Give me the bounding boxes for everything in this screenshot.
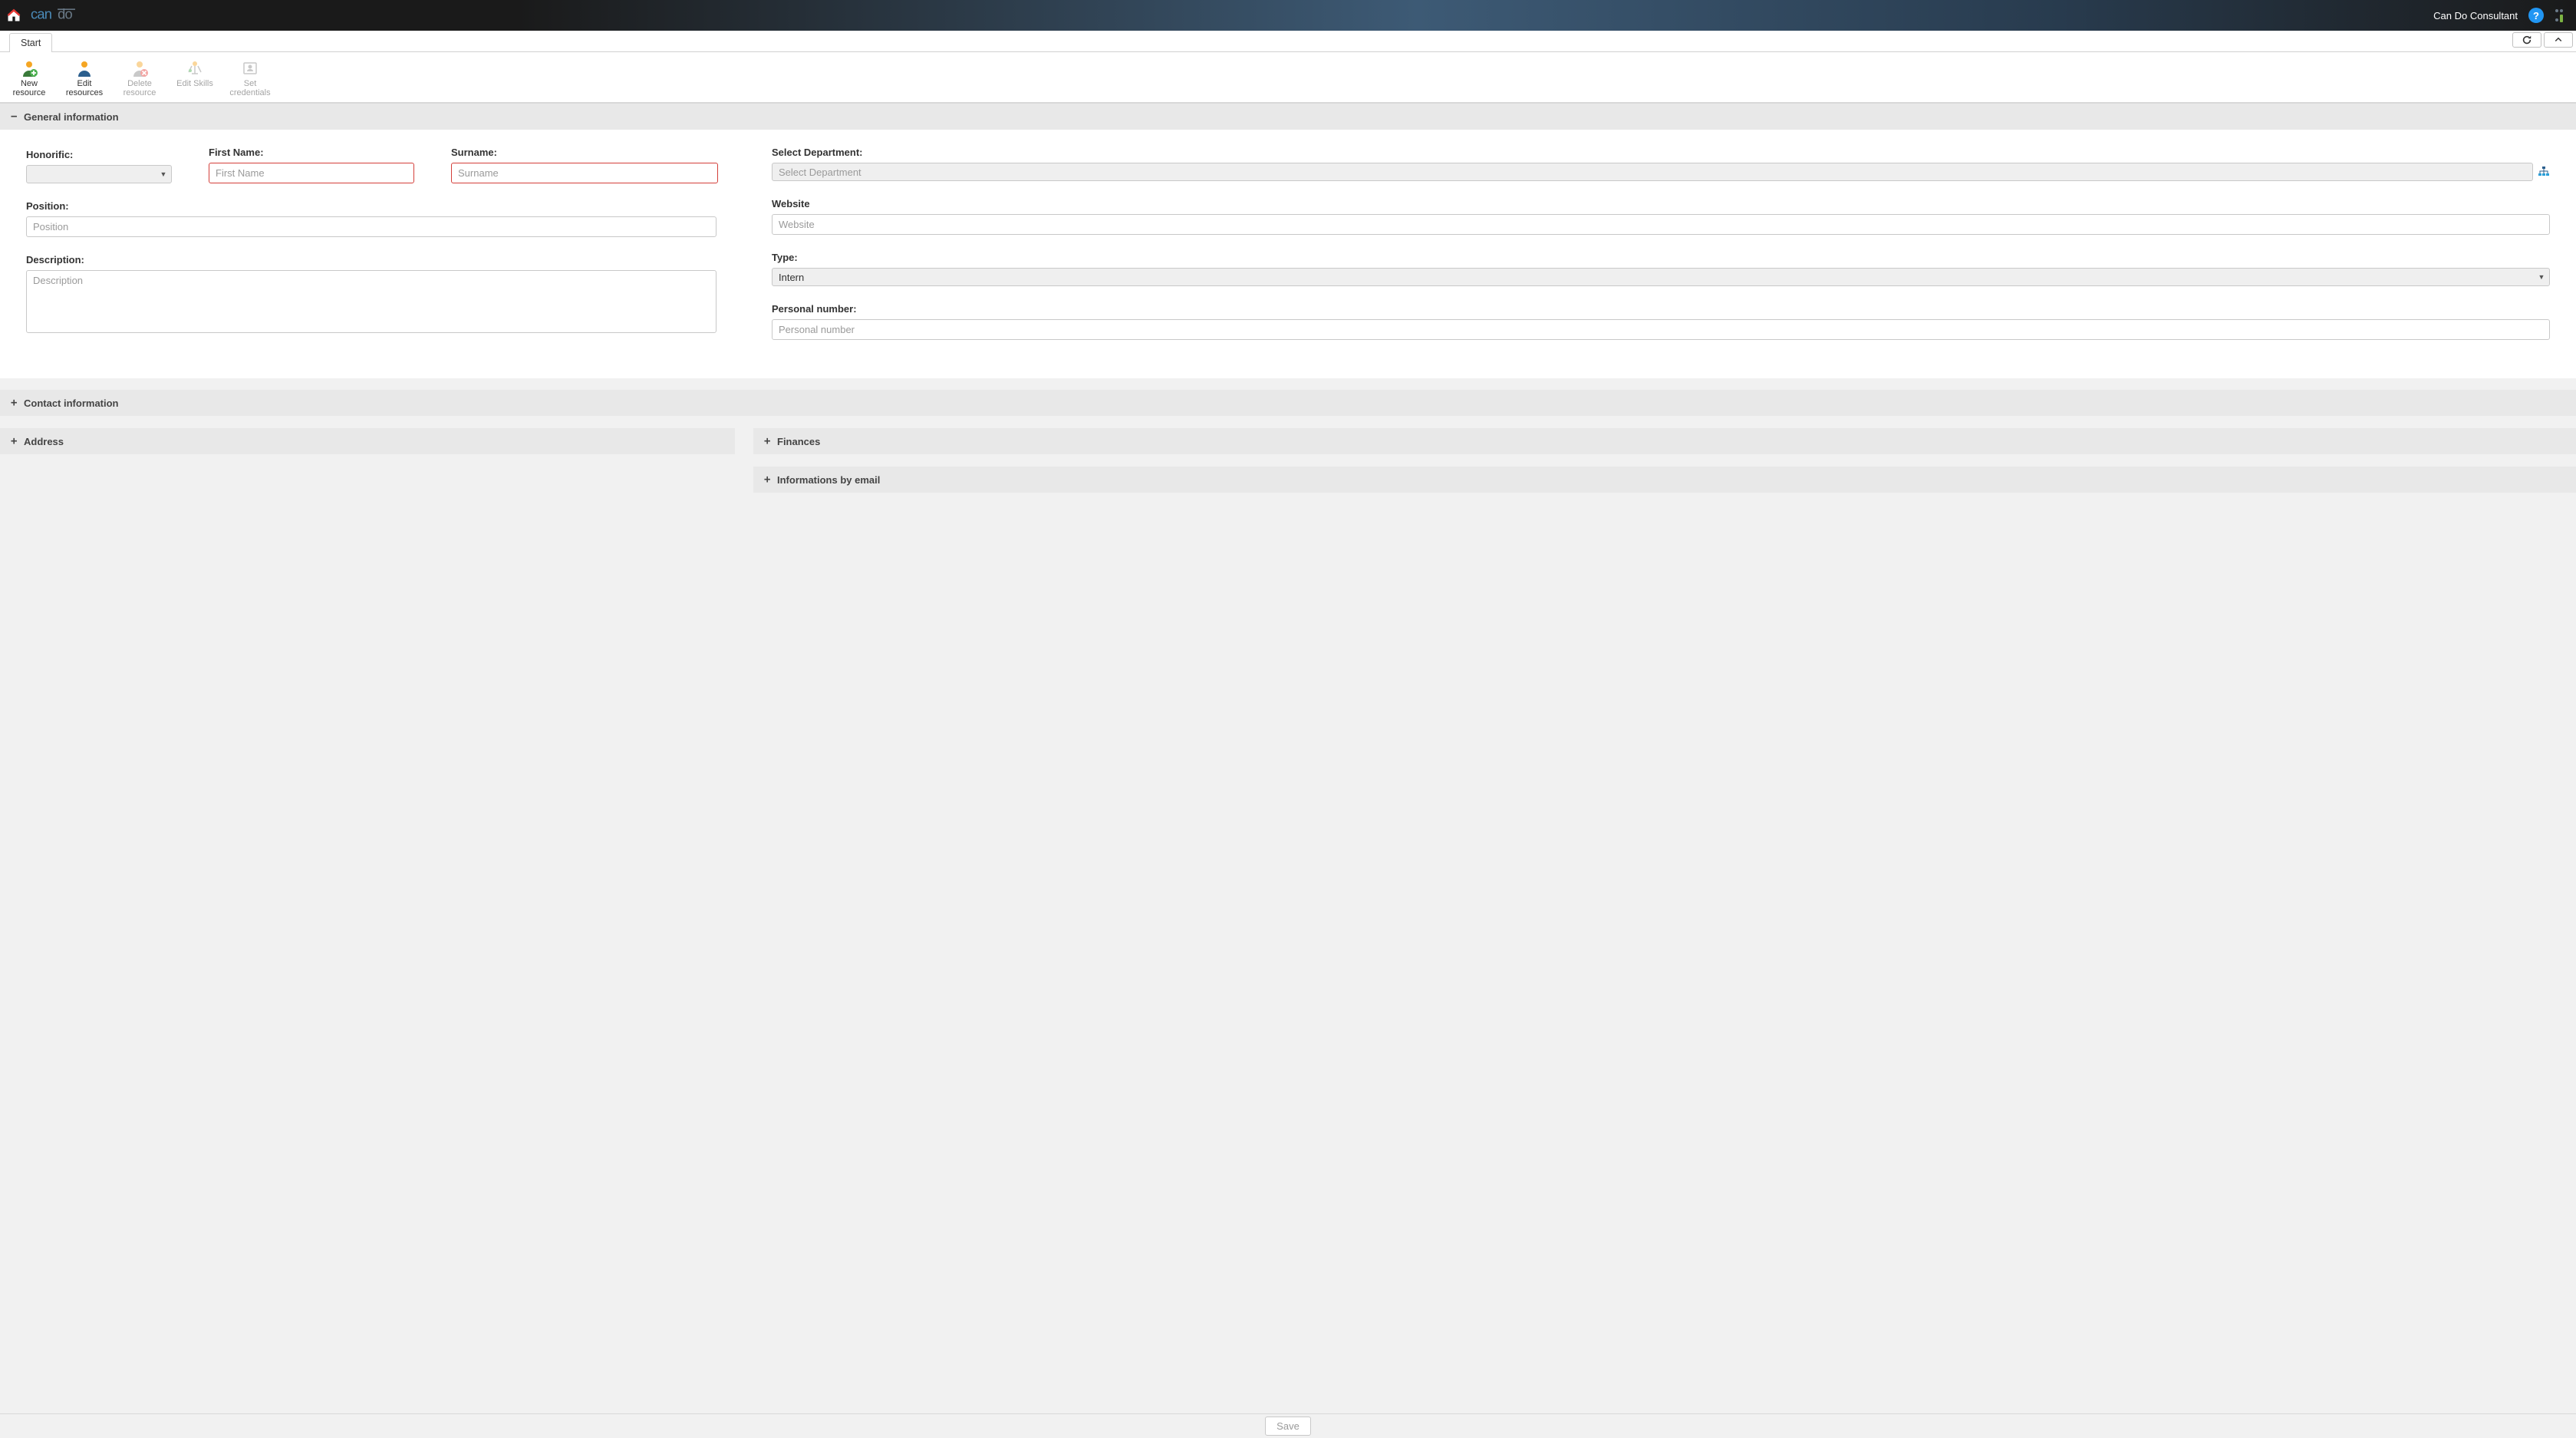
- set-credentials-label: Set credentials: [229, 79, 270, 97]
- honorific-label: Honorific:: [26, 149, 172, 160]
- website-label: Website: [772, 198, 2550, 209]
- website-input[interactable]: [772, 214, 2550, 235]
- section-email-header[interactable]: + Informations by email: [753, 467, 2576, 493]
- tab-bar: Start: [0, 31, 2576, 52]
- app-header: can do Can Do Consultant ?: [0, 0, 2576, 31]
- section-address: + Address: [0, 428, 735, 454]
- new-resource-button[interactable]: New resource: [3, 60, 55, 97]
- set-credentials-button: Set credentials: [224, 60, 276, 97]
- status-indicator-icon[interactable]: [2555, 8, 2567, 23]
- section-general-title: General information: [24, 111, 119, 123]
- skills-icon: [186, 60, 204, 77]
- section-email-title: Informations by email: [777, 474, 880, 486]
- svg-text:can: can: [31, 5, 51, 21]
- new-resource-label: New resource: [13, 79, 46, 97]
- type-value: Intern: [772, 272, 2534, 283]
- position-label: Position:: [26, 200, 716, 212]
- help-button[interactable]: ?: [2528, 8, 2544, 23]
- edit-skills-button: Edit Skills: [169, 60, 221, 97]
- personalnumber-input[interactable]: [772, 319, 2550, 340]
- person-icon: [75, 60, 94, 77]
- personalnumber-label: Personal number:: [772, 303, 2550, 315]
- firstname-label: First Name:: [209, 147, 414, 158]
- section-general-information: − General information Honorific: ▼ First…: [0, 104, 2576, 378]
- department-label: Select Department:: [772, 147, 2550, 158]
- org-chart-icon[interactable]: [2538, 166, 2550, 178]
- section-address-header[interactable]: + Address: [0, 428, 735, 454]
- save-button[interactable]: Save: [1265, 1417, 1311, 1436]
- section-finances-header[interactable]: + Finances: [753, 428, 2576, 454]
- description-textarea[interactable]: [26, 270, 716, 333]
- edit-skills-label: Edit Skills: [176, 79, 213, 88]
- section-contact-header[interactable]: + Contact information: [0, 390, 2576, 416]
- logo: can do: [31, 5, 124, 27]
- chevron-down-icon: ▼: [2534, 273, 2549, 281]
- header-right: Can Do Consultant ?: [2433, 8, 2570, 23]
- section-email-info: + Informations by email: [753, 467, 2576, 493]
- plus-icon: +: [11, 397, 18, 409]
- plus-icon: +: [764, 435, 772, 447]
- type-select[interactable]: Intern ▼: [772, 268, 2550, 286]
- honorific-select[interactable]: ▼: [26, 165, 172, 183]
- plus-icon: +: [11, 435, 18, 447]
- edit-resources-label: Edit resources: [66, 79, 103, 97]
- plus-icon: +: [764, 473, 772, 486]
- type-label: Type:: [772, 252, 2550, 263]
- edit-resources-button[interactable]: Edit resources: [58, 60, 110, 97]
- svg-text:do: do: [58, 5, 72, 21]
- delete-resource-label: Delete resource: [124, 79, 156, 97]
- surname-label: Surname:: [451, 147, 718, 158]
- section-contact-title: Contact information: [24, 397, 119, 409]
- section-general-header[interactable]: − General information: [0, 104, 2576, 130]
- home-icon[interactable]: [6, 8, 21, 23]
- department-select[interactable]: Select Department: [772, 163, 2533, 181]
- tab-start[interactable]: Start: [9, 33, 52, 52]
- section-finances-title: Finances: [777, 436, 820, 447]
- chevron-down-icon: ▼: [156, 170, 171, 178]
- position-input[interactable]: [26, 216, 716, 237]
- person-add-icon: [20, 60, 38, 77]
- refresh-button[interactable]: [2512, 32, 2541, 48]
- section-contact-information: + Contact information: [0, 390, 2576, 416]
- minus-icon: −: [11, 110, 18, 123]
- section-address-title: Address: [24, 436, 64, 447]
- toolbar: New resource Edit resources Delete resou…: [0, 52, 2576, 104]
- footer: Save: [0, 1413, 2576, 1438]
- description-label: Description:: [26, 254, 716, 266]
- person-delete-icon: [130, 60, 149, 77]
- collapse-button[interactable]: [2544, 32, 2573, 48]
- surname-input[interactable]: [451, 163, 718, 183]
- department-placeholder: Select Department: [772, 167, 2532, 178]
- user-name[interactable]: Can Do Consultant: [2433, 10, 2518, 21]
- credentials-icon: [241, 60, 259, 77]
- delete-resource-button: Delete resource: [114, 60, 166, 97]
- section-finances: + Finances: [753, 428, 2576, 454]
- firstname-input[interactable]: [209, 163, 414, 183]
